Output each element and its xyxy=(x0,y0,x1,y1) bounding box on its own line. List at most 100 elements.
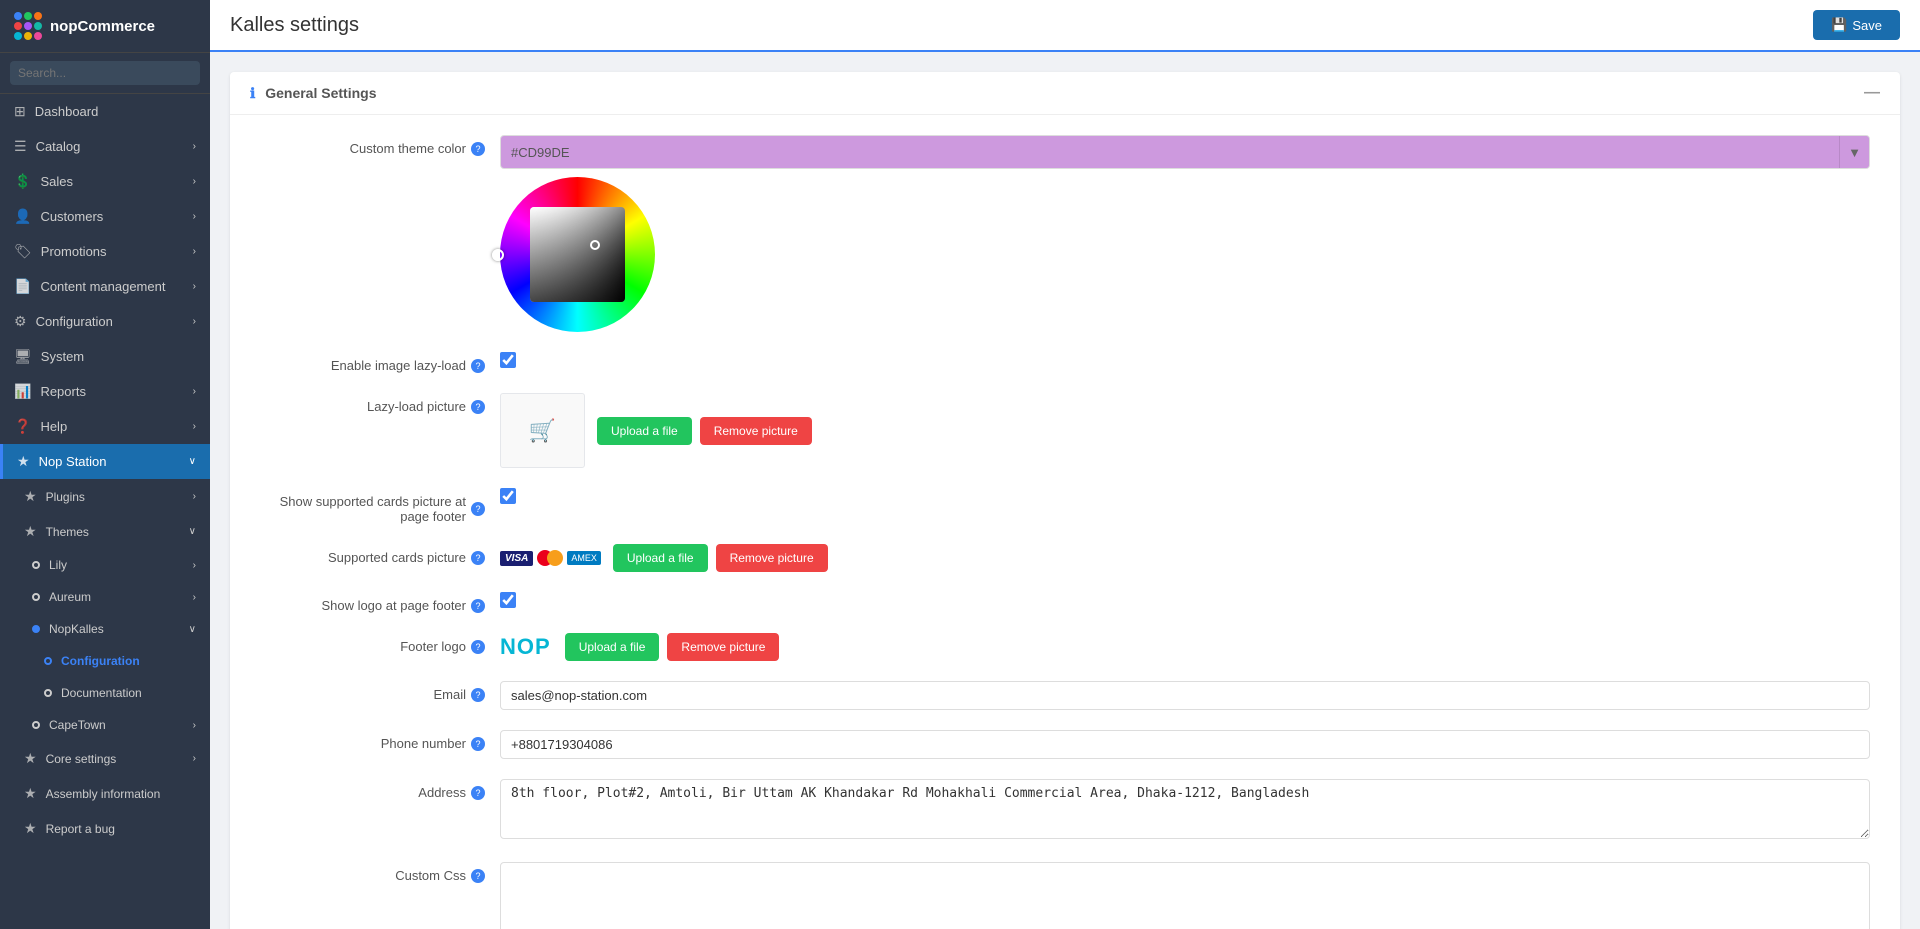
lazy-picture-help-icon[interactable]: ? xyxy=(471,400,485,414)
sidebar-item-aureum[interactable]: Aureum › xyxy=(0,581,210,613)
sidebar-item-sales[interactable]: 💲 Sales › xyxy=(0,164,210,199)
lazy-load-control xyxy=(500,352,1870,371)
sidebar-logo: nopCommerce xyxy=(0,0,210,53)
sidebar-item-configuration-sub[interactable]: Configuration xyxy=(0,645,210,677)
card-title: General Settings xyxy=(265,85,376,101)
chevron-right-icon: › xyxy=(193,316,196,327)
sidebar-item-themes[interactable]: ★ Themes ∨ xyxy=(0,514,210,549)
footer-logo-row: Footer logo ? NOP Upload a file Remove p… xyxy=(260,633,1870,661)
chevron-right-icon: › xyxy=(193,720,196,731)
lazy-load-checkbox[interactable] xyxy=(500,352,516,368)
custom-css-control xyxy=(500,862,1870,929)
footer-logo-upload-row: NOP Upload a file Remove picture xyxy=(500,633,1870,661)
color-wheel-container xyxy=(500,177,655,332)
chevron-right-icon: › xyxy=(193,246,196,257)
sidebar-item-label: Content management xyxy=(40,279,165,294)
address-help-icon[interactable]: ? xyxy=(471,786,485,800)
sidebar-item-help[interactable]: ❓ Help › xyxy=(0,409,210,444)
theme-color-row: Custom theme color ? ▼ xyxy=(260,135,1870,332)
sidebar-item-system[interactable]: 🖥 System xyxy=(0,339,210,374)
supported-cards-upload-button[interactable]: Upload a file xyxy=(613,544,708,572)
sidebar-item-content-management[interactable]: 📄 Content management › xyxy=(0,269,210,304)
lazy-load-picture-label: Lazy-load picture ? xyxy=(260,393,500,414)
color-input-bar: ▼ xyxy=(500,135,1870,169)
supported-cards-picture-help-icon[interactable]: ? xyxy=(471,551,485,565)
theme-color-help-icon[interactable]: ? xyxy=(471,142,485,156)
theme-color-label: Custom theme color ? xyxy=(260,135,500,156)
footer-logo-label: Footer logo ? xyxy=(260,633,500,654)
sidebar-item-dashboard[interactable]: ⊞ Dashboard xyxy=(0,94,210,129)
lazy-load-upload-button[interactable]: Upload a file xyxy=(597,417,692,445)
custom-css-label: Custom Css ? xyxy=(260,862,500,883)
sidebar-item-nop-station[interactable]: ★ Nop Station ∨ xyxy=(0,444,210,479)
sidebar-item-assembly-information[interactable]: ★ Assembly information xyxy=(0,776,210,811)
supported-cards-remove-button[interactable]: Remove picture xyxy=(716,544,828,572)
color-wheel-inner[interactable] xyxy=(530,207,625,302)
sidebar-item-promotions[interactable]: 🏷 Promotions › xyxy=(0,234,210,269)
promotions-icon: 🏷 xyxy=(14,243,32,260)
page-header: Kalles settings 💾 Save xyxy=(210,0,1920,52)
chevron-right-icon: › xyxy=(193,491,196,502)
sidebar-item-plugins[interactable]: ★ Plugins › xyxy=(0,479,210,514)
sidebar-item-customers[interactable]: 👤 Customers › xyxy=(0,199,210,234)
supported-cards-row: Show supported cards picture at page foo… xyxy=(260,488,1870,524)
chevron-right-icon: › xyxy=(193,592,196,603)
footer-logo-upload-button[interactable]: Upload a file xyxy=(565,633,660,661)
show-logo-footer-checkbox[interactable] xyxy=(500,592,516,608)
footer-logo-remove-button[interactable]: Remove picture xyxy=(667,633,779,661)
lazy-load-upload-row: 🛒 Upload a file Remove picture xyxy=(500,393,1870,468)
general-settings-card: ℹ General Settings — Custom theme color … xyxy=(230,72,1900,929)
nop-station-icon: ★ xyxy=(17,453,30,470)
supported-cards-checkbox[interactable] xyxy=(500,488,516,504)
footer-logo-help-icon[interactable]: ? xyxy=(471,640,485,654)
capetown-icon xyxy=(32,721,40,729)
config-sub-icon xyxy=(44,657,52,665)
phone-label: Phone number ? xyxy=(260,730,500,751)
color-swatch[interactable]: ▼ xyxy=(1839,136,1869,168)
search-input[interactable] xyxy=(10,61,200,85)
lily-icon xyxy=(32,561,40,569)
chevron-down-icon: ∨ xyxy=(189,526,196,537)
address-control: 8th floor, Plot#2, Amtoli, Bir Uttam AK … xyxy=(500,779,1870,842)
save-button[interactable]: 💾 Save xyxy=(1813,10,1900,40)
sidebar-item-capetown[interactable]: CapeTown › xyxy=(0,709,210,741)
color-value-input[interactable] xyxy=(501,141,1839,164)
sidebar-item-label: Dashboard xyxy=(35,104,99,119)
show-logo-footer-label: Show logo at page footer ? xyxy=(260,592,500,613)
sidebar: nopCommerce ⊞ Dashboard ☰ Catalog › 💲 Sa… xyxy=(0,0,210,929)
custom-css-textarea[interactable] xyxy=(500,862,1870,929)
sidebar-item-catalog[interactable]: ☰ Catalog › xyxy=(0,129,210,164)
reports-icon: 📊 xyxy=(14,383,31,400)
sidebar-item-reports[interactable]: 📊 Reports › xyxy=(0,374,210,409)
sidebar-item-nopkalles[interactable]: NopKalles ∨ xyxy=(0,613,210,645)
show-logo-help-icon[interactable]: ? xyxy=(471,599,485,613)
chevron-down-icon: ∨ xyxy=(189,456,196,467)
address-label: Address ? xyxy=(260,779,500,800)
footer-logo-preview: NOP xyxy=(500,634,551,660)
card-body: Custom theme color ? ▼ xyxy=(230,115,1900,929)
collapse-icon[interactable]: — xyxy=(1864,84,1880,102)
core-settings-icon: ★ xyxy=(24,750,37,767)
email-row: Email ? xyxy=(260,681,1870,710)
email-input[interactable] xyxy=(500,681,1870,710)
sidebar-item-label: Promotions xyxy=(41,244,107,259)
custom-css-help-icon[interactable]: ? xyxy=(471,869,485,883)
brand-name: nopCommerce xyxy=(50,18,155,35)
sidebar-item-configuration[interactable]: ⚙ Configuration › xyxy=(0,304,210,339)
sidebar-item-label: Assembly information xyxy=(46,787,161,801)
sidebar-item-report-a-bug[interactable]: ★ Report a bug xyxy=(0,811,210,846)
sidebar-item-label: Reports xyxy=(40,384,86,399)
sidebar-item-documentation[interactable]: Documentation xyxy=(0,677,210,709)
phone-help-icon[interactable]: ? xyxy=(471,737,485,751)
email-help-icon[interactable]: ? xyxy=(471,688,485,702)
sidebar-item-core-settings[interactable]: ★ Core settings › xyxy=(0,741,210,776)
supported-cards-help-icon[interactable]: ? xyxy=(471,502,485,516)
sidebar-item-lily[interactable]: Lily › xyxy=(0,549,210,581)
phone-input[interactable] xyxy=(500,730,1870,759)
lazy-load-remove-button[interactable]: Remove picture xyxy=(700,417,812,445)
lazy-load-help-icon[interactable]: ? xyxy=(471,359,485,373)
nopkalles-icon xyxy=(32,625,40,633)
sidebar-item-label: Report a bug xyxy=(46,822,115,836)
color-wheel[interactable] xyxy=(500,177,655,332)
address-textarea[interactable]: 8th floor, Plot#2, Amtoli, Bir Uttam AK … xyxy=(500,779,1870,839)
